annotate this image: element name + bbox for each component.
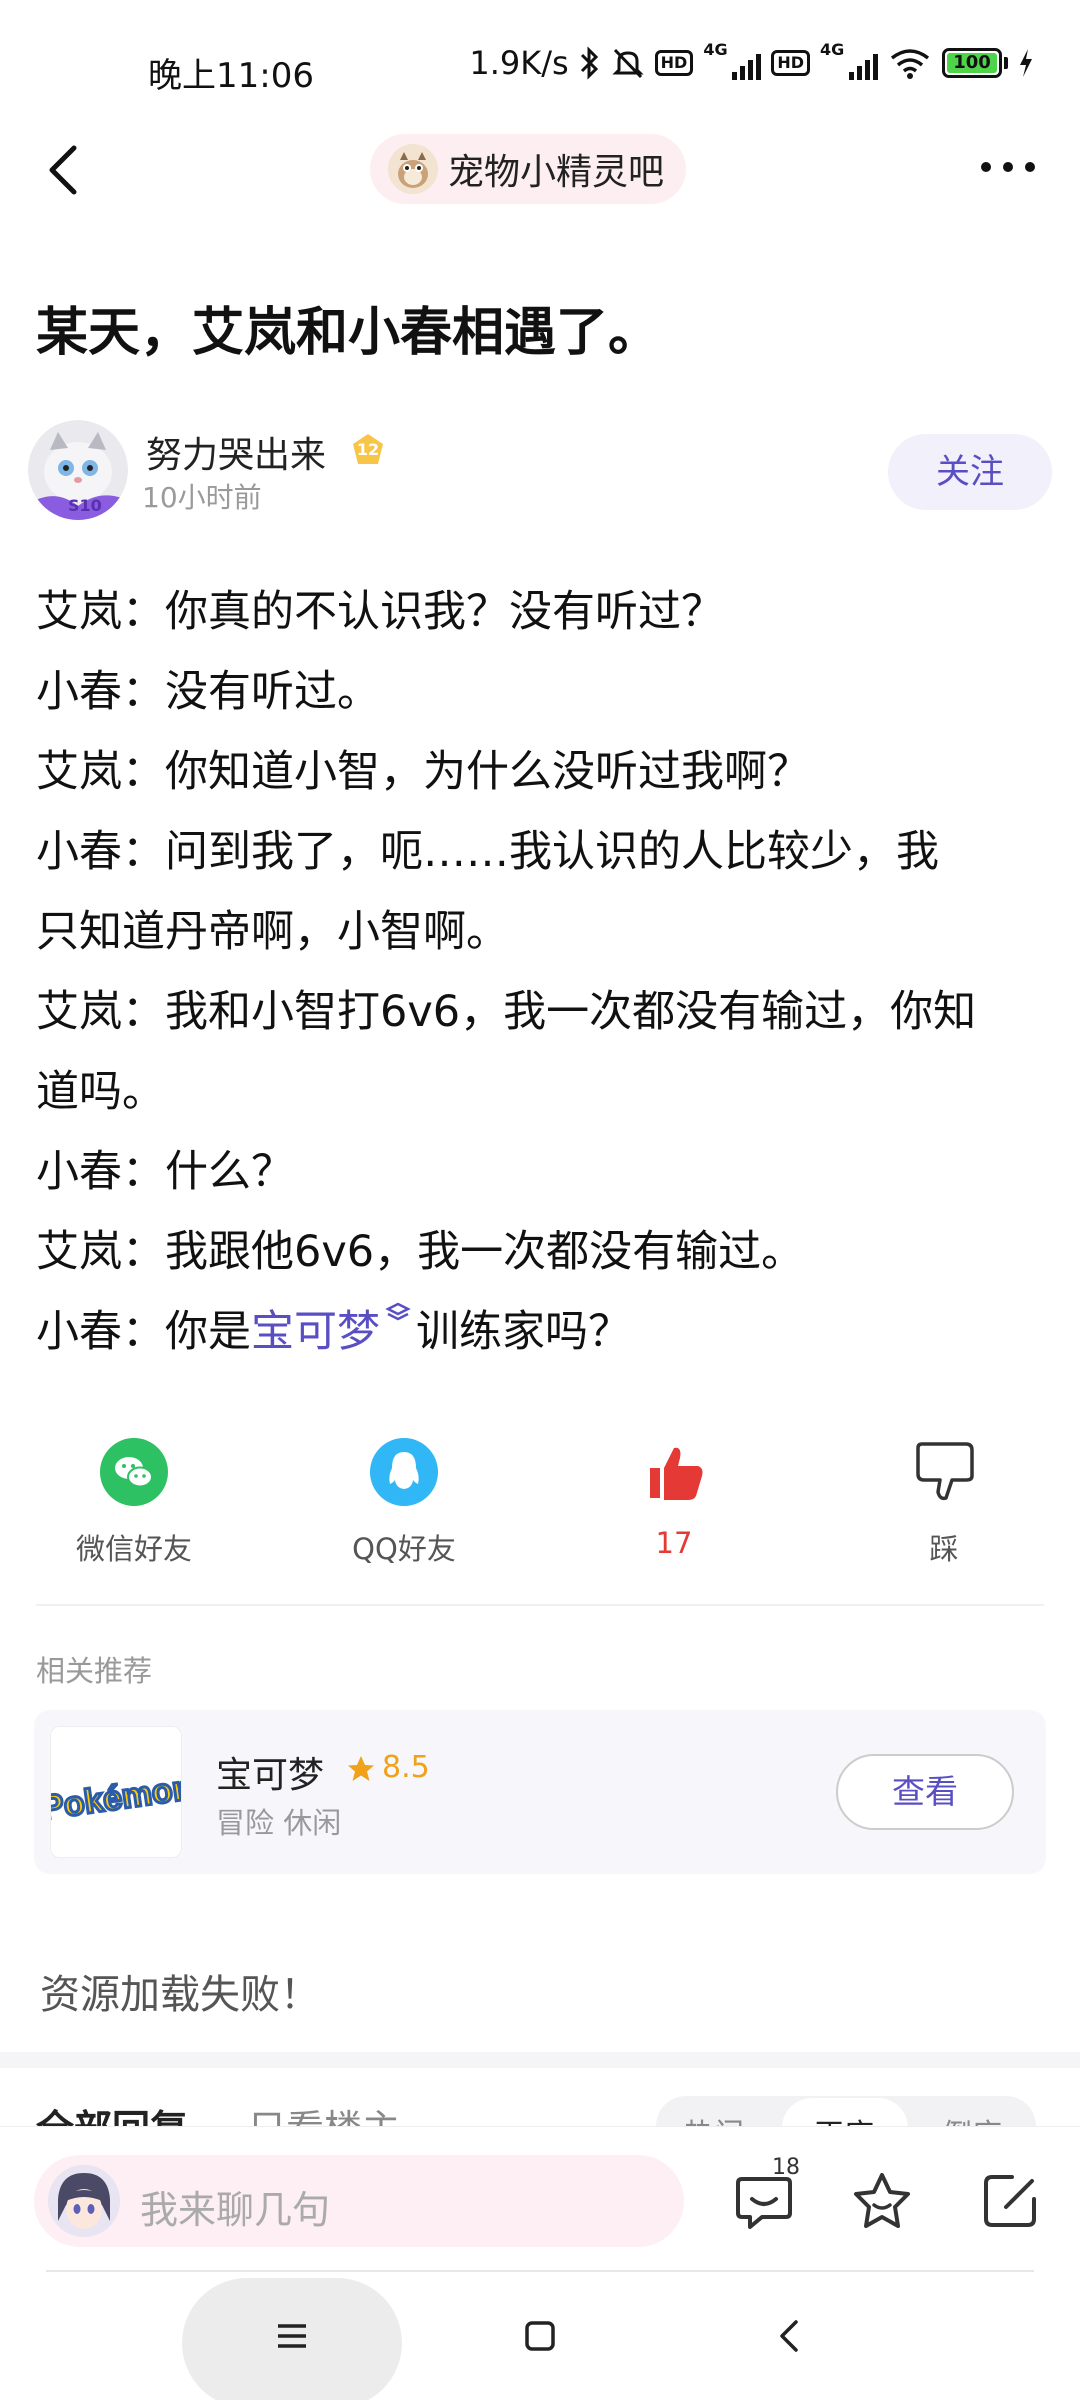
status-icons: 1.9K/s HD 4G HD 4G 100 — [469, 40, 1034, 82]
post-title: 某天，艾岚和小春相遇了。 — [36, 303, 661, 363]
share-wechat-label: 微信好友 — [75, 1532, 192, 1566]
line-suffix: 训练家吗？ — [416, 1307, 631, 1357]
comment-placeholder: 我来聊几句 — [140, 2188, 331, 2232]
thumbs-down-icon — [916, 1442, 974, 1501]
charging-icon — [1020, 49, 1032, 77]
topic-layer-icon — [385, 1302, 411, 1321]
post-line: 小春：什么？ — [36, 1147, 294, 1197]
game-score: 8.5 — [382, 1750, 430, 1785]
game-logo: Pokémon — [50, 1726, 182, 1858]
more-options-icon[interactable] — [976, 152, 1040, 182]
author-row: S10 努力哭出来 12 10小时前 关注 — [28, 420, 1052, 520]
battery-icon: 100 — [942, 48, 1008, 78]
level-badge-icon: 12 — [350, 432, 386, 468]
share-qq-label: QQ好友 — [352, 1532, 456, 1566]
follow-button[interactable]: 关注 — [888, 434, 1052, 510]
section-separator — [0, 2052, 1080, 2068]
tab-owner-only[interactable]: 只看楼主 — [248, 2107, 400, 2128]
favorite-star-icon[interactable] — [850, 2169, 914, 2233]
status-bar: 晚上11:06 1.9K/s HD 4G HD 4G 100 — [0, 0, 1080, 130]
sort-switch: 热门 正序 倒序 — [656, 2096, 1036, 2128]
qq-icon — [370, 1438, 438, 1506]
load-error-text: 资源加载失败！ — [40, 1972, 320, 2018]
post-line: 艾岚：你真的不认识我？没有听过？ — [36, 587, 724, 637]
wechat-icon — [100, 1438, 168, 1506]
author-name[interactable]: 努力哭出来 — [146, 426, 326, 478]
sim1-label: 4G — [703, 40, 728, 59]
post-line: 艾岚：我跟他6v6，我一次都没有输过。 — [36, 1227, 805, 1277]
share-qq[interactable]: QQ好友 — [304, 1438, 504, 1568]
post-line-last: 小春：你是宝可梦 训练家吗？ — [36, 1292, 1046, 1372]
like-button[interactable]: 17 — [574, 1438, 774, 1560]
back-arrow-icon[interactable] — [36, 140, 96, 200]
forum-name: 宠物小精灵吧 — [448, 152, 665, 193]
forum-avatar — [388, 144, 438, 194]
home-icon[interactable] — [520, 2316, 560, 2356]
hd-badge: HD — [654, 50, 694, 76]
back-nav-icon[interactable] — [770, 2316, 810, 2356]
view-button[interactable]: 查看 — [836, 1754, 1014, 1830]
divider — [36, 1604, 1044, 1606]
comment-bar: 我来聊几句 18 — [0, 2126, 1080, 2276]
related-game-card[interactable]: Pokémon 宝可梦 8.5 冒险 休闲 查看 — [34, 1710, 1046, 1874]
post-time: 10小时前 — [142, 481, 262, 514]
mute-bell-icon — [612, 48, 644, 79]
net-speed: 1.9K/s — [469, 44, 569, 82]
top-nav: 宠物小精灵吧 — [0, 130, 1080, 230]
dislike-button[interactable]: 踩 — [844, 1438, 1044, 1568]
rating-star-icon — [348, 1756, 374, 1781]
post-line: 艾岚：你知道小智，为什么没听过我啊？ — [36, 747, 810, 797]
level-number: 12 — [356, 440, 380, 459]
like-count: 17 — [655, 1526, 693, 1560]
related-label: 相关推荐 — [36, 1654, 153, 1688]
post-line: 小春：没有听过。 — [36, 667, 380, 717]
line-prefix: 小春：你是 — [36, 1307, 251, 1357]
share-actions: 微信好友 QQ好友 17 踩 — [0, 1438, 1080, 1568]
comment-count: 18 — [772, 2155, 800, 2180]
share-edit-icon[interactable] — [978, 2169, 1042, 2233]
hd-badge-2: HD — [771, 50, 810, 76]
battery-level: 100 — [947, 53, 997, 73]
status-time: 晚上11:06 — [148, 56, 314, 96]
my-avatar — [48, 2165, 120, 2237]
menu-icon[interactable] — [272, 2316, 312, 2356]
thumbs-up-icon — [650, 1447, 703, 1500]
forum-entry[interactable]: 宠物小精灵吧 — [370, 134, 687, 204]
signal-icon-1: 4G — [703, 40, 762, 80]
avatar-badge: S10 — [68, 496, 102, 515]
signal-icon-2: 4G — [820, 40, 878, 80]
game-tags: 冒险 休闲 — [216, 1806, 342, 1840]
dislike-label: 踩 — [929, 1532, 959, 1566]
bluetooth-icon — [580, 46, 598, 80]
game-name: 宝可梦 — [216, 1755, 325, 1796]
share-wechat[interactable]: 微信好友 — [34, 1438, 234, 1568]
tab-all-replies[interactable]: 全部回复 — [36, 2107, 188, 2128]
sim2-label: 4G — [820, 40, 845, 59]
post-body: 艾岚：你真的不认识我？没有听过？ 小春：没有听过。 艾岚：你知道小智，为什么没听… — [36, 572, 1046, 1372]
post-line: 艾岚：我和小智打6v6，我一次都没有输过，你知 — [36, 987, 977, 1037]
comment-input[interactable]: 我来聊几句 — [34, 2155, 684, 2247]
topic-link[interactable]: 宝可梦 — [251, 1307, 380, 1357]
system-nav — [0, 2272, 1080, 2400]
wifi-icon — [890, 49, 930, 79]
post-line: 只知道丹帝啊，小智啊。 — [36, 907, 509, 957]
reply-tabs: 全部回复 只看楼主 — [36, 2098, 400, 2128]
post-line: 道吗。 — [36, 1067, 165, 1117]
post-line: 小春：问到我了，呃……我认识的人比较少，我 — [36, 827, 939, 877]
